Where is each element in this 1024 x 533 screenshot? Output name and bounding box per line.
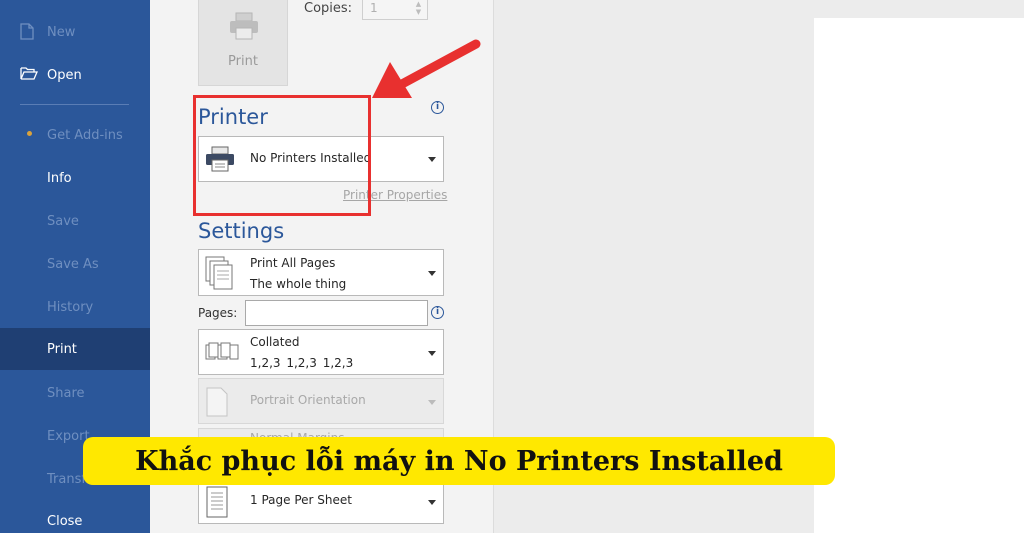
chevron-down-icon — [428, 157, 436, 162]
open-folder-icon — [20, 67, 38, 80]
sidebar-item-close[interactable]: Close — [0, 500, 150, 533]
orientation-select[interactable]: Portrait Orientation — [198, 378, 444, 424]
sidebar-item-label: Print — [47, 341, 77, 357]
preview-page — [814, 18, 1024, 533]
collation-select[interactable]: Collated 1,2,3 1,2,3 1,2,3 — [198, 329, 444, 375]
sidebar-item-label: Open — [47, 67, 82, 83]
caption-text: Khắc phục lỗi máy in No Printers Install… — [135, 445, 783, 477]
new-document-icon — [20, 23, 34, 40]
printer-icon — [230, 12, 258, 40]
sidebar-item-info[interactable]: Info — [0, 157, 150, 199]
print-button[interactable]: Print — [198, 0, 288, 86]
collation-line2: 1,2,3 1,2,3 1,2,3 — [250, 356, 354, 370]
sidebar-item-label: Share — [47, 385, 85, 401]
red-arrow-icon — [372, 39, 481, 98]
sidebar-item-save-as[interactable]: Save As — [0, 243, 150, 285]
sidebar-divider — [20, 104, 129, 105]
sidebar-item-open[interactable]: Open — [0, 54, 150, 96]
sidebar-item-label: New — [47, 24, 76, 40]
sidebar-item-label: Save As — [47, 256, 99, 272]
pages-icon — [205, 256, 233, 290]
collated-pages-icon — [205, 342, 239, 360]
print-button-label: Print — [228, 54, 258, 69]
sidebar-item-print[interactable]: Print — [0, 328, 150, 370]
copies-stepper[interactable]: 1 ▲ ▼ — [362, 0, 428, 20]
sidebar-item-share[interactable]: Share — [0, 372, 150, 414]
highlight-box — [193, 95, 371, 216]
copies-spin-arrows-icon[interactable]: ▲ ▼ — [414, 0, 423, 16]
sidebar-item-get-addins[interactable]: Get Add-ins — [0, 114, 150, 156]
chevron-down-icon — [428, 400, 436, 405]
copies-label: Copies: — [304, 1, 353, 16]
sidebar-item-new[interactable]: New — [0, 11, 150, 53]
chevron-down-icon — [428, 351, 436, 356]
info-icon[interactable]: i — [431, 306, 444, 319]
sidebar-item-history[interactable]: History — [0, 286, 150, 328]
sidebar-item-label: History — [47, 299, 94, 315]
pages-per-sheet-value: 1 Page Per Sheet — [250, 493, 352, 507]
print-range-line2: The whole thing — [250, 277, 347, 291]
copies-value: 1 — [370, 1, 378, 15]
pages-label: Pages: — [198, 306, 238, 320]
sidebar-item-save[interactable]: Save — [0, 200, 150, 242]
orientation-value: Portrait Orientation — [250, 393, 366, 407]
portrait-page-icon — [206, 387, 228, 417]
sidebar-item-label: Export — [47, 428, 90, 444]
print-range-line1: Print All Pages — [250, 256, 336, 270]
collation-line1: Collated — [250, 335, 300, 349]
pages-input[interactable] — [245, 300, 428, 326]
sidebar-item-label: Save — [47, 213, 79, 229]
sidebar-item-label: Get Add-ins — [47, 127, 123, 143]
caption-banner: Khắc phục lỗi máy in No Printers Install… — [83, 437, 835, 485]
sidebar-item-label: Info — [47, 170, 72, 186]
settings-section-title: Settings — [198, 219, 285, 243]
single-page-icon — [206, 486, 228, 518]
chevron-down-icon — [428, 271, 436, 276]
chevron-down-icon — [428, 500, 436, 505]
sidebar-item-label: Close — [47, 513, 83, 529]
print-range-select[interactable]: Print All Pages The whole thing — [198, 249, 444, 296]
